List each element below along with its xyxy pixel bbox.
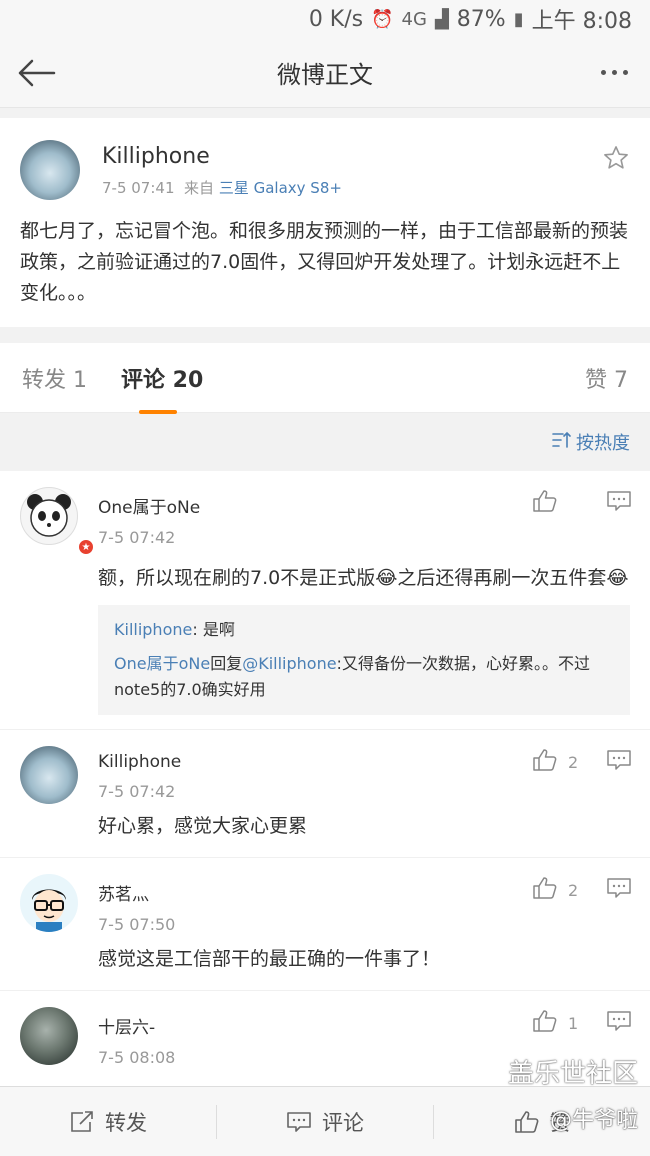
comment-bubble-icon [607, 750, 631, 770]
comment-reply-button[interactable] [606, 490, 632, 516]
tab-comment[interactable]: 评论 20 [121, 362, 203, 414]
post-source-prefix: 来自 [184, 179, 215, 197]
reply-text: 是啊 [202, 620, 235, 639]
more-dot-icon [611, 70, 617, 75]
back-button[interactable] [16, 53, 56, 93]
tab-like[interactable]: 赞 7 [585, 362, 628, 394]
comment-reply-button[interactable] [606, 749, 632, 775]
comment-actions: 2 [532, 748, 632, 776]
post-author-avatar[interactable] [20, 140, 80, 200]
panda-avatar-icon [27, 494, 71, 537]
post-author-name[interactable]: Killiphone [102, 144, 342, 169]
arrow-left-icon [18, 59, 56, 86]
comment-item: ★ One属于oNe 7-5 07:42 额，所以现在刷的7.0不是正式版😂之后… [0, 471, 650, 730]
comment-actions [532, 489, 632, 517]
nav-bar: 微博正文 [0, 38, 650, 108]
commenter-avatar[interactable]: ★ [20, 487, 95, 556]
sort-icon [552, 431, 572, 454]
weibo-post: Killiphone 7-5 07:41 来自 三星 Galaxy S8+ 都七… [0, 118, 650, 327]
comment-text: 额，所以现在刷的7.0不是正式版😂之后还得再刷一次五件套😂 [98, 567, 629, 589]
star-icon [604, 146, 628, 169]
comment-label: 评论 [322, 1110, 364, 1135]
comment-bubble-icon [607, 1011, 631, 1031]
comment-like-button[interactable] [532, 748, 558, 776]
post-subline: 7-5 07:41 来自 三星 Galaxy S8+ [102, 177, 342, 198]
sort-bar: 按热度 [0, 413, 650, 471]
comment-bubble-icon [287, 1111, 311, 1132]
comment-item: 苏茗灬 7-5 07:50 感觉这是工信部干的最正确的一件事了！ 2 [0, 858, 650, 991]
commenter-avatar[interactable] [20, 874, 78, 932]
reply-verb: 回复 [210, 654, 243, 673]
battery-level: 87% [456, 6, 506, 32]
network-speed: 0 K/s [308, 6, 364, 32]
post-meta: Killiphone 7-5 07:41 来自 三星 Galaxy S8+ [102, 140, 342, 198]
reply-user-link[interactable]: One属于oNe [114, 654, 210, 673]
comment-text: 好心累，感觉大家心更累 [98, 815, 308, 837]
comment-bubble-icon [607, 491, 631, 511]
comment-reply-button[interactable] [606, 877, 632, 903]
reply-mention-link[interactable]: @Killiphone [242, 654, 336, 673]
battery-icon: ▮ [513, 8, 524, 30]
watermark-handle: @牛爷啦 [549, 1108, 638, 1133]
comment-actions: 2 [532, 876, 632, 904]
reply-user-link[interactable]: Killiphone [114, 620, 192, 639]
clock: 上午 8:08 [531, 9, 632, 34]
comment-like-button[interactable] [532, 489, 558, 517]
comment-actions: 1 [532, 1009, 632, 1037]
comment-like-count: 2 [568, 880, 579, 900]
comment-body: One属于oNe 7-5 07:42 额，所以现在刷的7.0不是正式版😂之后还得… [98, 487, 630, 715]
thumbs-up-icon [533, 877, 557, 899]
repost-button[interactable]: 转发 [0, 1087, 216, 1156]
comment-like-count: 1 [568, 1013, 579, 1033]
more-dot-icon [622, 70, 628, 75]
comment-bubble-icon [607, 878, 631, 898]
network-type: 4G [401, 8, 427, 30]
thumbs-up-icon [533, 1010, 557, 1032]
comment-button[interactable]: 评论 [217, 1087, 433, 1156]
signal-icon: ▟ [434, 8, 449, 30]
comment-text: 感觉这是工信部干的最正确的一件事了！ [98, 948, 441, 970]
comment-like-button[interactable] [532, 1009, 558, 1037]
reply-sep: : [192, 620, 203, 639]
status-bar: 0 K/s ⏰ 4G ▟ 87% ▮ 上午 8:08 [0, 0, 650, 38]
comment-time: 7-5 07:50 [98, 915, 176, 934]
thumbs-up-icon [514, 1110, 538, 1133]
post-text: 都七月了，忘记冒个泡。和很多朋友预测的一样，由于工信部最新的预装政策，之前验证通… [20, 220, 629, 304]
reply-row: Killiphone: 是啊 [114, 617, 614, 643]
page-title: 微博正文 [277, 61, 373, 89]
cartoon-boy-avatar-icon [32, 889, 66, 932]
comment-like-count: 2 [568, 752, 579, 772]
more-dot-icon [600, 70, 606, 75]
more-button[interactable] [594, 53, 634, 93]
comment-time: 7-5 07:42 [98, 528, 176, 547]
comment-item: Killiphone 7-5 07:42 好心累，感觉大家心更累 2 [0, 730, 650, 858]
reply-box[interactable]: Killiphone: 是啊 One属于oNe回复@Killiphone:又得备… [98, 605, 630, 715]
thumbs-up-icon [533, 490, 557, 512]
post-header: Killiphone 7-5 07:41 来自 三星 Galaxy S8+ [20, 140, 630, 200]
favorite-button[interactable] [602, 144, 630, 176]
post-device-link[interactable]: 三星 Galaxy S8+ [219, 179, 342, 197]
watermark-community: 盖乐世社区 [507, 1059, 638, 1089]
reply-row: One属于oNe回复@Killiphone:又得备份一次数据，心好累。。不过no… [114, 651, 614, 703]
thumbs-up-icon [533, 749, 557, 771]
commenter-avatar[interactable] [20, 746, 78, 804]
tab-repost[interactable]: 转发 1 [22, 362, 87, 394]
comment-list: ★ One属于oNe 7-5 07:42 额，所以现在刷的7.0不是正式版😂之后… [0, 471, 650, 1101]
comment-reply-button[interactable] [606, 1010, 632, 1036]
commenter-avatar[interactable] [20, 1007, 78, 1065]
repost-icon [71, 1110, 93, 1132]
interaction-tabs: 转发 1 评论 20 赞 7 [0, 343, 650, 414]
comment-like-button[interactable] [532, 876, 558, 904]
repost-label: 转发 [105, 1110, 147, 1135]
verified-badge-icon: ★ [77, 538, 95, 556]
alarm-icon: ⏰ [371, 8, 394, 30]
comment-time: 7-5 07:42 [98, 782, 176, 801]
post-time: 7-5 07:41 [102, 179, 175, 197]
sort-by-hot-button[interactable]: 按热度 [576, 429, 630, 455]
